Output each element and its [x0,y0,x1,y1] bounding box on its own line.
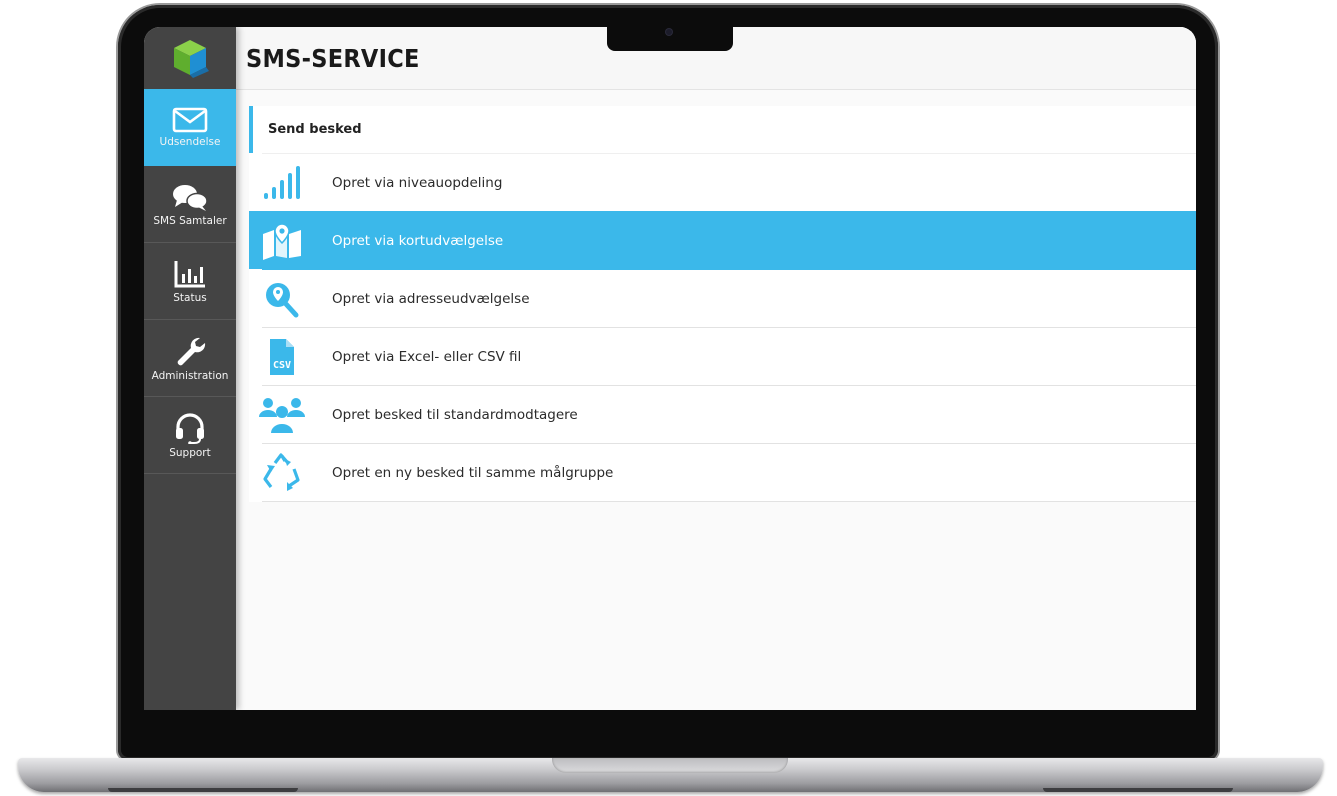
headset-icon [176,412,204,444]
sidebar-item-udsendelse[interactable]: Udsendelse [144,89,236,166]
sidebar-item-support[interactable]: Support [144,397,236,474]
recycle-icon [256,452,308,493]
laptop-foot-right [1043,788,1233,792]
list-item-label: Opret via niveauopdeling [332,174,503,191]
magnifier-location-icon [256,279,308,319]
camera-icon [666,29,672,35]
sidebar-item-label: Support [169,446,211,459]
envelope-icon [172,107,208,132]
chat-bubbles-icon [173,184,208,211]
list-item-label: Opret via adresseudvælgelse [332,290,530,307]
laptop-base-notch [552,758,788,773]
list-item-adresseudvaelgelse[interactable]: Opret via adresseudvælgelse [262,269,1196,327]
sidebar-item-status[interactable]: Status [144,243,236,320]
main-panel: SMS-SERVICE Send besked Opret via niveau… [236,27,1196,710]
send-options-list: Opret via niveauopdeling Opret via kortu… [249,153,1196,502]
app-logo[interactable] [144,27,236,89]
sidebar-item-label: Status [173,291,207,304]
list-item-standardmodtagere[interactable]: Opret besked til standardmodtagere [259,385,1196,443]
signal-bars-icon [256,163,308,203]
people-group-icon [256,395,308,435]
sidebar: Udsendelse SMS Samtaler Status Administr… [144,27,236,710]
laptop-foot-left [108,788,298,792]
list-item-niveauopdeling[interactable]: Opret via niveauopdeling [262,153,1196,211]
list-item-label: Opret via Excel- eller CSV fil [332,348,522,365]
list-item-label: Opret via kortudvælgelse [332,232,504,249]
app-screen: Udsendelse SMS Samtaler Status Administr… [144,27,1196,710]
csv-file-icon-text: CSV [273,360,291,371]
sidebar-item-administration[interactable]: Administration [144,320,236,397]
bar-chart-icon [174,260,205,287]
laptop-base [18,758,1323,792]
csv-file-icon: CSV [256,337,308,377]
sidebar-item-label: Udsendelse [159,135,221,148]
sidebar-item-label: SMS Samtaler [153,214,227,227]
sidebar-item-sms-samtaler[interactable]: SMS Samtaler [144,166,236,243]
map-pin-icon [256,221,308,261]
page-title: SMS-SERVICE [246,43,420,73]
list-item-samme-maalgruppe[interactable]: Opret en ny besked til samme målgruppe [262,443,1196,502]
camera-notch [607,27,733,51]
wrench-icon [177,337,206,365]
cube-logo-icon [174,40,209,78]
list-item-csv-fil[interactable]: CSV Opret via Excel- eller CSV fil [262,327,1196,385]
section-title: Send besked [249,106,1196,153]
list-item-label: Opret besked til standardmodtagere [332,406,578,423]
sidebar-item-label: Administration [151,369,229,382]
list-item-label: Opret en ny besked til samme målgruppe [332,464,614,481]
content-area: Send besked Opret via niveauopdeling Opr… [249,106,1196,502]
list-item-kortudvaelgelse[interactable]: Opret via kortudvælgelse [249,211,1196,269]
